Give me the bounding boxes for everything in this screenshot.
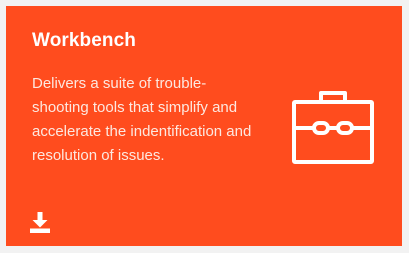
card-description: Delivers a suite of trouble-shooting too… xyxy=(32,75,252,164)
toolbox-icon xyxy=(292,91,374,164)
download-icon[interactable] xyxy=(28,210,52,234)
workbench-card[interactable]: Workbench Delivers a suite of trouble-sh… xyxy=(6,6,402,246)
card-title: Workbench xyxy=(32,30,137,51)
page-background: Workbench Delivers a suite of trouble-sh… xyxy=(0,0,409,253)
